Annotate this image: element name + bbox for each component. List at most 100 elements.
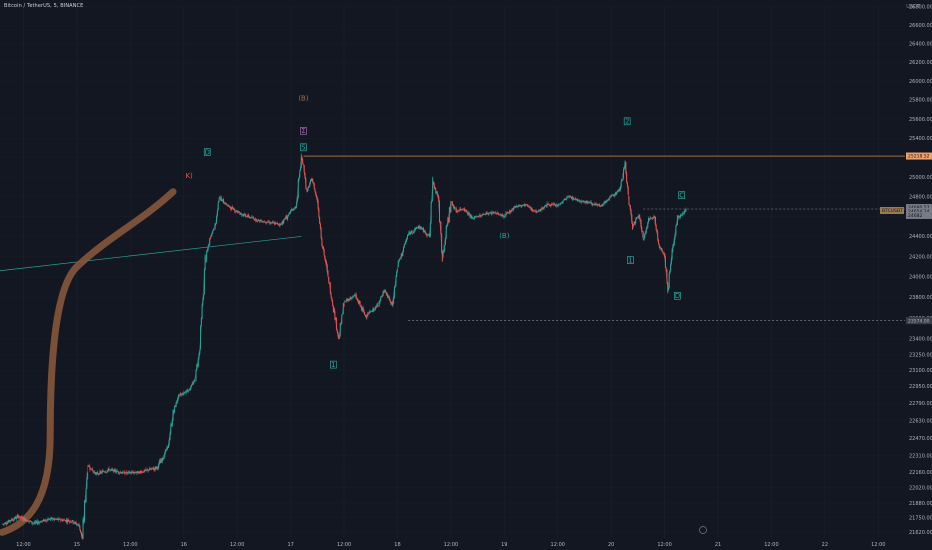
candle-body [406, 235, 408, 240]
candle-body [528, 206, 530, 207]
candle-body [581, 201, 583, 203]
candle-body [69, 521, 71, 522]
candle-body [212, 230, 214, 234]
wave-label: (B) [499, 232, 510, 240]
candle-body [72, 520, 74, 524]
candle-body [404, 242, 406, 244]
candle-body [442, 250, 444, 257]
candle-body [658, 243, 660, 247]
candle-body [9, 520, 11, 522]
candle-body [656, 230, 658, 232]
candle-body [505, 212, 507, 217]
candle-body [305, 178, 307, 189]
wave-label: 1 [628, 256, 632, 264]
candle-body [438, 196, 440, 201]
y-tick-label: 24400.00 [909, 234, 932, 240]
candle-body [631, 214, 633, 223]
candle-body [164, 450, 166, 453]
x-tick-label: 12:00 [337, 542, 351, 548]
candle-body [151, 467, 153, 469]
candle-body [183, 392, 185, 395]
x-tick-label: 19 [501, 542, 507, 548]
candle-body [217, 201, 219, 211]
candle-body [377, 304, 379, 306]
candle-body [341, 314, 343, 324]
candle-body [670, 264, 672, 271]
candle-body [220, 197, 222, 201]
candle-body [639, 219, 641, 221]
candle-body [299, 170, 301, 178]
candle-body [343, 303, 345, 307]
candle-body [374, 309, 376, 311]
candle-body [468, 212, 470, 215]
candle-body [471, 217, 473, 219]
candle-body [79, 525, 81, 530]
candle-body [182, 394, 184, 395]
candle-body [302, 159, 304, 165]
y-tick-label: 22630.00 [909, 418, 932, 424]
candle-body [164, 452, 166, 458]
candle-body [388, 296, 390, 299]
price-label-text: 25218.52 [908, 154, 930, 160]
candle-body [540, 209, 542, 211]
candle-body [221, 200, 223, 202]
candle-body [199, 350, 201, 354]
candle-body [92, 470, 94, 472]
candle-body [290, 210, 292, 213]
candle-body [411, 231, 413, 234]
x-tick-label: 12:00 [551, 542, 565, 548]
candle-body [673, 238, 675, 245]
candle-body [403, 247, 405, 252]
candle-body [215, 223, 217, 225]
chart-stage[interactable]: 26800.00 26600.00 26400.00 26200.00 26000.00… [0, 0, 932, 550]
candle-body [85, 488, 87, 502]
candle-body [648, 218, 650, 221]
candle-body [306, 189, 308, 192]
candle-body [240, 212, 242, 214]
candle-body [666, 269, 668, 283]
candle-body [425, 231, 427, 235]
candle-body [203, 269, 205, 295]
candle-body [613, 194, 615, 197]
candle-body [71, 521, 73, 523]
candle-body [235, 211, 237, 213]
candle-body [168, 444, 170, 448]
candle-body [616, 190, 618, 192]
candle-body [466, 210, 468, 213]
candle-body [246, 216, 248, 218]
candle-body [59, 518, 61, 521]
candle-body [171, 420, 173, 426]
candle-body [252, 217, 254, 219]
candle-body [293, 208, 295, 210]
candle-body [332, 300, 334, 306]
candle-body [300, 167, 302, 171]
candle-body [64, 519, 66, 521]
candle-body [484, 214, 486, 215]
candle-body [539, 210, 541, 212]
candle-body [444, 238, 446, 246]
candle-body [209, 237, 211, 246]
candle-body [322, 246, 324, 250]
y-tick-label: 22160.00 [909, 470, 932, 476]
candle-body [458, 210, 460, 211]
candle-body [673, 244, 675, 246]
candle-body [333, 307, 335, 312]
candle-body [440, 222, 442, 234]
candle-body [674, 234, 676, 239]
candle-body [362, 307, 364, 310]
candle-body [405, 241, 407, 243]
candle-body [330, 293, 332, 298]
price-chart[interactable]: 26800.0026600.0026400.0026200.0026000.00… [0, 0, 932, 550]
candle-body [312, 178, 314, 184]
y-tick-label: 26400.00 [909, 41, 932, 47]
candle-body [493, 211, 495, 213]
candle-body [110, 469, 112, 471]
candle-body [91, 468, 93, 471]
candle-body [75, 522, 77, 525]
candle-body [88, 465, 90, 467]
candle-body [258, 219, 260, 221]
wave-label: D [205, 148, 210, 156]
candle-body [378, 302, 380, 306]
candle-body [16, 516, 18, 519]
candle-body [667, 282, 669, 293]
